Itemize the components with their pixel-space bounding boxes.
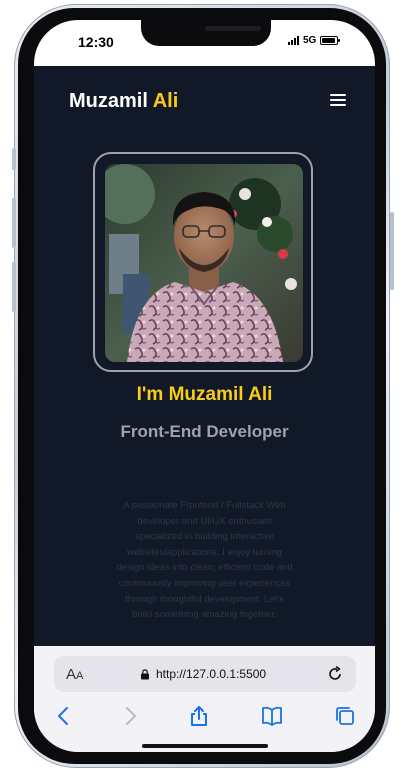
url-display[interactable]: http://127.0.0.1:5500 — [140, 667, 266, 681]
mute-switch — [12, 148, 16, 170]
battery-icon — [320, 36, 341, 45]
speaker-grille — [205, 26, 261, 31]
power-button — [390, 212, 394, 290]
url-text: http://127.0.0.1:5500 — [156, 667, 267, 681]
hero-description: A passionate Frontend / Fullstack Web de… — [116, 500, 293, 621]
profile-photo — [105, 164, 303, 362]
hero-title: I'm Muzamil Ali — [136, 384, 273, 405]
share-icon[interactable] — [187, 704, 211, 728]
volume-up-button — [12, 198, 16, 248]
notch — [141, 20, 271, 46]
volume-down-button — [12, 262, 16, 312]
reload-icon[interactable] — [326, 665, 344, 683]
text-size-button[interactable]: AA — [66, 666, 83, 683]
back-icon[interactable] — [52, 704, 76, 728]
website-viewport: Muzamil Ali I'm Muzamil Ali Front-End De… — [34, 66, 375, 646]
brand-name-first: Muzamil — [69, 90, 148, 112]
site-logo[interactable]: Muzamil Ali — [69, 90, 178, 113]
phone-screen: 12:30 5G Muzamil Ali I'm Muzamil Ali Fro… — [34, 20, 375, 752]
status-time: 12:30 — [78, 34, 114, 50]
brand-name-accent: Ali — [152, 90, 179, 112]
tabs-icon[interactable] — [333, 704, 357, 728]
profile-photo-frame — [93, 152, 313, 372]
hero-role: Front-End Developer — [120, 422, 289, 441]
bookmarks-icon[interactable] — [260, 704, 284, 728]
home-indicator — [142, 744, 268, 748]
network-label: 5G — [303, 35, 317, 46]
lock-icon — [141, 668, 149, 679]
browser-bottom-bar: AA http://127.0.0.1:5500 — [34, 646, 375, 752]
hamburger-menu-icon[interactable] — [330, 94, 346, 106]
signal-icon — [288, 36, 299, 45]
address-bar[interactable]: AA http://127.0.0.1:5500 — [54, 656, 356, 692]
forward-icon[interactable] — [118, 704, 142, 728]
status-indicators: 5G — [288, 35, 341, 46]
